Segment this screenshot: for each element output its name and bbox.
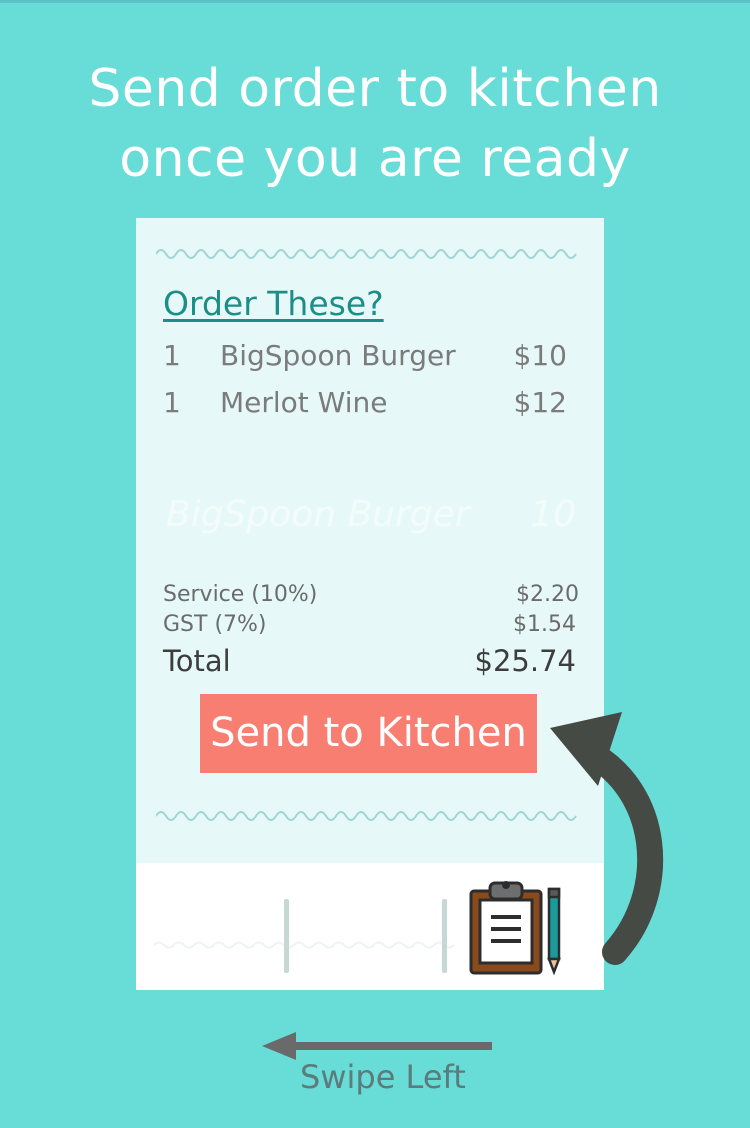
service-charge-label: Service (10%) bbox=[163, 582, 318, 607]
item-quantity: 1 bbox=[163, 339, 181, 372]
curved-arrow-icon bbox=[550, 712, 664, 965]
item-name: BigSpoon Burger bbox=[220, 339, 456, 372]
gst-label: GST (7%) bbox=[163, 612, 267, 637]
ghost-item-price: 10 bbox=[530, 494, 576, 535]
item-price: $10 bbox=[513, 339, 567, 372]
gst-value: $1.54 bbox=[513, 612, 576, 637]
service-charge-value: $2.20 bbox=[516, 582, 579, 607]
headline: Send order to kitchen once you are ready bbox=[0, 54, 750, 194]
faint-wave-decoration bbox=[154, 941, 454, 949]
ghost-swiped-item: BigSpoon Burger 10 bbox=[166, 494, 576, 535]
order-title: Order These? bbox=[163, 284, 384, 323]
item-quantity: 1 bbox=[163, 386, 181, 419]
wave-divider-top bbox=[156, 249, 577, 259]
tab-divider bbox=[442, 899, 447, 973]
total-value: $25.74 bbox=[474, 644, 576, 678]
ghost-item-name: BigSpoon Burger bbox=[166, 494, 470, 535]
item-price: $12 bbox=[513, 386, 567, 419]
order-item[interactable]: 1 Merlot Wine $12 bbox=[163, 386, 577, 430]
headline-line-2: once you are ready bbox=[119, 129, 631, 189]
item-name: Merlot Wine bbox=[220, 386, 388, 419]
order-item[interactable]: 1 BigSpoon Burger $10 bbox=[163, 339, 577, 383]
headline-line-1: Send order to kitchen bbox=[88, 59, 662, 119]
wave-divider-bottom bbox=[156, 811, 577, 821]
top-edge-line bbox=[0, 0, 750, 3]
total-label: Total bbox=[163, 644, 231, 678]
swipe-left-hint: Swipe Left bbox=[300, 1058, 466, 1096]
tab-divider bbox=[284, 899, 289, 973]
send-to-kitchen-button[interactable]: Send to Kitchen bbox=[200, 694, 537, 773]
